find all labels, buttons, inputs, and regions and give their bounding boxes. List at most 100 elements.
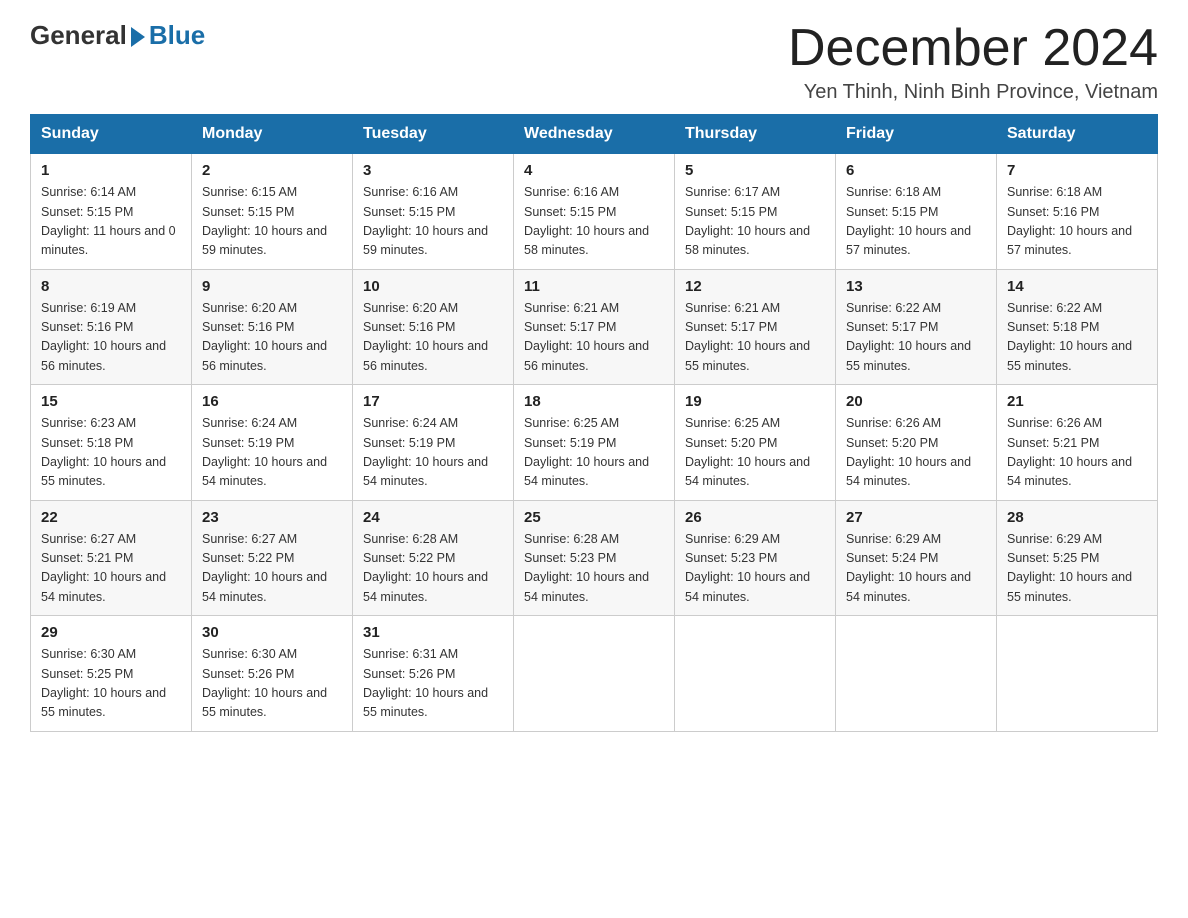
day-number: 16 [202, 393, 342, 410]
day-info: Sunrise: 6:27 AMSunset: 5:21 PMDaylight:… [41, 530, 181, 608]
calendar-day-cell: 4 Sunrise: 6:16 AMSunset: 5:15 PMDaylight… [514, 154, 675, 270]
calendar-day-cell: 31 Sunrise: 6:31 AMSunset: 5:26 PMDayligh… [353, 616, 514, 732]
day-number: 5 [685, 162, 825, 179]
calendar-table: SundayMondayTuesdayWednesdayThursdayFrid… [30, 114, 1158, 732]
day-number: 6 [846, 162, 986, 179]
day-info: Sunrise: 6:27 AMSunset: 5:22 PMDaylight:… [202, 530, 342, 608]
calendar-header-sunday: Sunday [31, 115, 192, 154]
calendar-day-cell: 29 Sunrise: 6:30 AMSunset: 5:25 PMDayligh… [31, 616, 192, 732]
day-info: Sunrise: 6:18 AMSunset: 5:16 PMDaylight:… [1007, 183, 1147, 261]
day-info: Sunrise: 6:22 AMSunset: 5:17 PMDaylight:… [846, 299, 986, 377]
day-number: 13 [846, 278, 986, 295]
day-number: 12 [685, 278, 825, 295]
day-info: Sunrise: 6:26 AMSunset: 5:21 PMDaylight:… [1007, 414, 1147, 492]
calendar-day-cell: 25 Sunrise: 6:28 AMSunset: 5:23 PMDayligh… [514, 500, 675, 616]
calendar-day-cell: 21 Sunrise: 6:26 AMSunset: 5:21 PMDayligh… [997, 385, 1158, 501]
calendar-day-cell: 13 Sunrise: 6:22 AMSunset: 5:17 PMDayligh… [836, 269, 997, 385]
day-number: 23 [202, 509, 342, 526]
day-number: 15 [41, 393, 181, 410]
logo-arrow-icon [131, 27, 145, 47]
day-info: Sunrise: 6:23 AMSunset: 5:18 PMDaylight:… [41, 414, 181, 492]
day-info: Sunrise: 6:14 AMSunset: 5:15 PMDaylight:… [41, 183, 181, 261]
day-number: 31 [363, 624, 503, 641]
day-info: Sunrise: 6:15 AMSunset: 5:15 PMDaylight:… [202, 183, 342, 261]
logo: General Blue [30, 20, 205, 51]
day-info: Sunrise: 6:30 AMSunset: 5:26 PMDaylight:… [202, 645, 342, 723]
day-info: Sunrise: 6:21 AMSunset: 5:17 PMDaylight:… [524, 299, 664, 377]
day-info: Sunrise: 6:28 AMSunset: 5:22 PMDaylight:… [363, 530, 503, 608]
day-info: Sunrise: 6:20 AMSunset: 5:16 PMDaylight:… [363, 299, 503, 377]
day-info: Sunrise: 6:31 AMSunset: 5:26 PMDaylight:… [363, 645, 503, 723]
calendar-week-row: 1Sunrise: 6:14 AMSunset: 5:15 PMDaylight… [31, 154, 1158, 270]
logo-general-text: General [30, 20, 127, 51]
title-section: December 2024 Yen Thinh, Ninh Binh Provi… [788, 20, 1158, 104]
calendar-header-wednesday: Wednesday [514, 115, 675, 154]
calendar-day-cell: 9 Sunrise: 6:20 AMSunset: 5:16 PMDaylight… [192, 269, 353, 385]
day-number: 10 [363, 278, 503, 295]
calendar-day-cell: 10 Sunrise: 6:20 AMSunset: 5:16 PMDayligh… [353, 269, 514, 385]
day-number: 7 [1007, 162, 1147, 179]
calendar-header-monday: Monday [192, 115, 353, 154]
day-number: 3 [363, 162, 503, 179]
calendar-week-row: 22 Sunrise: 6:27 AMSunset: 5:21 PMDayligh… [31, 500, 1158, 616]
day-info: Sunrise: 6:30 AMSunset: 5:25 PMDaylight:… [41, 645, 181, 723]
calendar-day-cell [514, 616, 675, 732]
calendar-day-cell: 30Sunrise: 6:30 AMSunset: 5:26 PMDayligh… [192, 616, 353, 732]
calendar-day-cell: 1Sunrise: 6:14 AMSunset: 5:15 PMDaylight… [31, 154, 192, 270]
calendar-day-cell [836, 616, 997, 732]
day-info: Sunrise: 6:25 AMSunset: 5:20 PMDaylight:… [685, 414, 825, 492]
day-info: Sunrise: 6:18 AMSunset: 5:15 PMDaylight:… [846, 183, 986, 261]
page-header: General Blue December 2024 Yen Thinh, Ni… [30, 20, 1158, 104]
day-number: 11 [524, 278, 664, 295]
day-number: 24 [363, 509, 503, 526]
calendar-header-friday: Friday [836, 115, 997, 154]
day-number: 9 [202, 278, 342, 295]
day-info: Sunrise: 6:16 AMSunset: 5:15 PMDaylight:… [363, 183, 503, 261]
day-number: 21 [1007, 393, 1147, 410]
day-number: 28 [1007, 509, 1147, 526]
day-info: Sunrise: 6:19 AMSunset: 5:16 PMDaylight:… [41, 299, 181, 377]
day-info: Sunrise: 6:25 AMSunset: 5:19 PMDaylight:… [524, 414, 664, 492]
day-info: Sunrise: 6:26 AMSunset: 5:20 PMDaylight:… [846, 414, 986, 492]
day-info: Sunrise: 6:24 AMSunset: 5:19 PMDaylight:… [363, 414, 503, 492]
day-number: 26 [685, 509, 825, 526]
calendar-header-saturday: Saturday [997, 115, 1158, 154]
calendar-day-cell: 11 Sunrise: 6:21 AMSunset: 5:17 PMDayligh… [514, 269, 675, 385]
location-title: Yen Thinh, Ninh Binh Province, Vietnam [788, 81, 1158, 104]
calendar-day-cell [997, 616, 1158, 732]
calendar-day-cell: 6 Sunrise: 6:18 AMSunset: 5:15 PMDaylight… [836, 154, 997, 270]
logo-blue-text: Blue [149, 20, 205, 51]
calendar-day-cell: 27 Sunrise: 6:29 AMSunset: 5:24 PMDayligh… [836, 500, 997, 616]
day-number: 18 [524, 393, 664, 410]
calendar-day-cell: 8 Sunrise: 6:19 AMSunset: 5:16 PMDaylight… [31, 269, 192, 385]
day-number: 29 [41, 624, 181, 641]
calendar-day-cell: 22 Sunrise: 6:27 AMSunset: 5:21 PMDayligh… [31, 500, 192, 616]
calendar-day-cell: 7 Sunrise: 6:18 AMSunset: 5:16 PMDaylight… [997, 154, 1158, 270]
calendar-header-row: SundayMondayTuesdayWednesdayThursdayFrid… [31, 115, 1158, 154]
day-info: Sunrise: 6:20 AMSunset: 5:16 PMDaylight:… [202, 299, 342, 377]
calendar-week-row: 8 Sunrise: 6:19 AMSunset: 5:16 PMDaylight… [31, 269, 1158, 385]
day-info: Sunrise: 6:29 AMSunset: 5:24 PMDaylight:… [846, 530, 986, 608]
day-info: Sunrise: 6:22 AMSunset: 5:18 PMDaylight:… [1007, 299, 1147, 377]
calendar-day-cell: 17Sunrise: 6:24 AMSunset: 5:19 PMDayligh… [353, 385, 514, 501]
day-number: 4 [524, 162, 664, 179]
calendar-day-cell: 28 Sunrise: 6:29 AMSunset: 5:25 PMDayligh… [997, 500, 1158, 616]
day-number: 22 [41, 509, 181, 526]
calendar-day-cell: 24 Sunrise: 6:28 AMSunset: 5:22 PMDayligh… [353, 500, 514, 616]
day-number: 8 [41, 278, 181, 295]
day-number: 27 [846, 509, 986, 526]
day-info: Sunrise: 6:16 AMSunset: 5:15 PMDaylight:… [524, 183, 664, 261]
day-number: 20 [846, 393, 986, 410]
day-info: Sunrise: 6:28 AMSunset: 5:23 PMDaylight:… [524, 530, 664, 608]
calendar-day-cell: 14Sunrise: 6:22 AMSunset: 5:18 PMDayligh… [997, 269, 1158, 385]
calendar-day-cell: 2 Sunrise: 6:15 AMSunset: 5:15 PMDaylight… [192, 154, 353, 270]
day-info: Sunrise: 6:24 AMSunset: 5:19 PMDaylight:… [202, 414, 342, 492]
day-info: Sunrise: 6:29 AMSunset: 5:25 PMDaylight:… [1007, 530, 1147, 608]
calendar-day-cell: 5Sunrise: 6:17 AMSunset: 5:15 PMDaylight… [675, 154, 836, 270]
calendar-week-row: 29 Sunrise: 6:30 AMSunset: 5:25 PMDayligh… [31, 616, 1158, 732]
day-number: 2 [202, 162, 342, 179]
day-number: 25 [524, 509, 664, 526]
calendar-day-cell: 16 Sunrise: 6:24 AMSunset: 5:19 PMDayligh… [192, 385, 353, 501]
calendar-day-cell: 18 Sunrise: 6:25 AMSunset: 5:19 PMDayligh… [514, 385, 675, 501]
day-info: Sunrise: 6:21 AMSunset: 5:17 PMDaylight:… [685, 299, 825, 377]
